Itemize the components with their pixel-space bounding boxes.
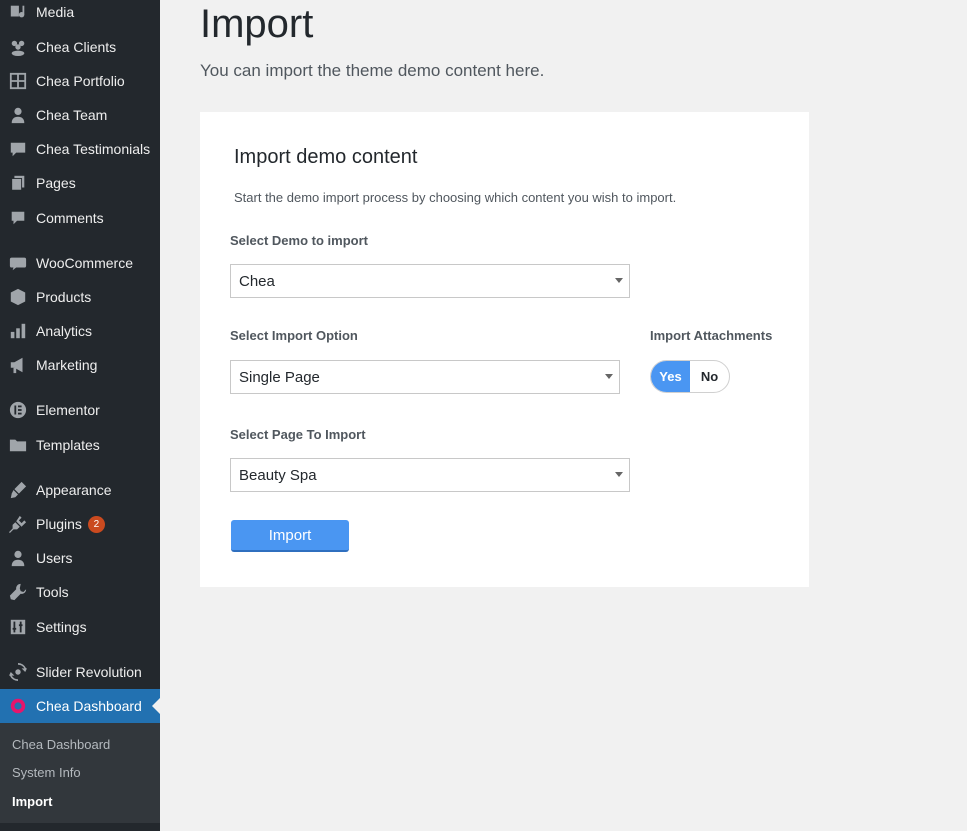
- media-icon: [8, 2, 28, 22]
- sidebar-item-chea-clients[interactable]: Chea Clients: [0, 30, 160, 64]
- import-panel: Import demo content Start the demo impor…: [200, 112, 809, 587]
- active-indicator: [152, 698, 160, 714]
- users-icon: [8, 548, 28, 568]
- sidebar-item-label: Pages: [36, 175, 76, 191]
- plugins-icon: [8, 514, 28, 534]
- sidebar-item-label: Slider Revolution: [36, 664, 142, 680]
- clients-icon: [8, 37, 28, 57]
- sidebar-item-chea-testimonials[interactable]: Chea Testimonials: [0, 132, 160, 166]
- sidebar-item-users[interactable]: Users: [0, 541, 160, 575]
- chevron-down-icon: [605, 374, 613, 379]
- sidebar-item-templates[interactable]: Templates: [0, 428, 160, 462]
- import-option-select[interactable]: Single Page: [230, 360, 620, 394]
- import-attachments-label: Import Attachments: [650, 328, 773, 343]
- chea-dashboard-submenu: Chea Dashboard System Info Import: [0, 723, 160, 823]
- sidebar-item-label: Elementor: [36, 402, 100, 418]
- sidebar-item-chea-team[interactable]: Chea Team: [0, 98, 160, 132]
- sidebar-item-label: Chea Portfolio: [36, 73, 125, 89]
- page-select-value: Beauty Spa: [239, 466, 317, 484]
- submenu-item-system-info[interactable]: System Info: [12, 765, 81, 780]
- sidebar-item-chea-portfolio[interactable]: Chea Portfolio: [0, 64, 160, 98]
- sidebar-item-pages[interactable]: Pages: [0, 166, 160, 200]
- sidebar-item-settings[interactable]: Settings: [0, 610, 160, 644]
- sidebar-item-label: Templates: [36, 437, 100, 453]
- sidebar-item-plugins[interactable]: Plugins 2: [0, 507, 160, 541]
- sidebar-item-label: Tools: [36, 584, 69, 600]
- import-option-value: Single Page: [239, 368, 320, 386]
- portfolio-icon: [8, 71, 28, 91]
- sidebar-item-label: Plugins: [36, 516, 82, 532]
- sidebar-item-appearance[interactable]: Appearance: [0, 473, 160, 507]
- analytics-icon: [8, 321, 28, 341]
- page-title: Import: [200, 2, 314, 46]
- panel-title: Import demo content: [234, 146, 418, 168]
- sidebar-item-label: Users: [36, 550, 73, 566]
- sidebar-item-label: Chea Clients: [36, 39, 117, 55]
- templates-icon: [8, 435, 28, 455]
- sidebar-item-label: Products: [36, 289, 92, 305]
- panel-description: Start the demo import process by choosin…: [234, 190, 677, 205]
- tools-icon: [8, 582, 28, 602]
- woocommerce-icon: [8, 253, 28, 273]
- sidebar-item-label: WooCommerce: [36, 255, 133, 271]
- sidebar-item-label: Comments: [36, 210, 104, 226]
- comments-icon: [8, 208, 28, 228]
- toggle-no[interactable]: No: [690, 361, 729, 392]
- import-attachments-toggle[interactable]: Yes No: [650, 360, 730, 393]
- sidebar-item-label: Settings: [36, 619, 87, 635]
- import-option-label: Select Import Option: [230, 328, 358, 343]
- demo-select[interactable]: Chea: [230, 264, 630, 298]
- slider-revolution-icon: [8, 662, 28, 682]
- submenu-item-chea-dashboard[interactable]: Chea Dashboard: [12, 737, 110, 752]
- sidebar-item-label: Analytics: [36, 323, 93, 339]
- sidebar-item-chea-dashboard[interactable]: Chea Dashboard: [0, 689, 160, 723]
- admin-sidebar: Media Chea Clients Chea Portfolio Chea T…: [0, 0, 160, 831]
- sidebar-item-label: Media: [36, 4, 75, 20]
- sidebar-item-elementor[interactable]: Elementor: [0, 393, 160, 427]
- sidebar-item-label: Chea Dashboard: [36, 698, 142, 714]
- pages-icon: [8, 173, 28, 193]
- sidebar-item-tools[interactable]: Tools: [0, 575, 160, 609]
- sidebar-item-label: Chea Team: [36, 107, 108, 123]
- sidebar-item-marketing[interactable]: Marketing: [0, 348, 160, 382]
- team-icon: [8, 105, 28, 125]
- toggle-yes[interactable]: Yes: [651, 361, 690, 392]
- marketing-icon: [8, 355, 28, 375]
- sidebar-item-label: Chea Testimonials: [36, 141, 151, 157]
- chevron-down-icon: [615, 278, 623, 283]
- elementor-icon: [8, 400, 28, 420]
- settings-icon: [8, 617, 28, 637]
- page-select[interactable]: Beauty Spa: [230, 458, 630, 492]
- sidebar-item-comments[interactable]: Comments: [0, 201, 160, 235]
- chea-dashboard-icon: [8, 696, 28, 716]
- sidebar-item-woocommerce[interactable]: WooCommerce: [0, 246, 160, 280]
- update-count-badge: 2: [87, 515, 105, 533]
- sidebar-item-slider-revolution[interactable]: Slider Revolution: [0, 655, 160, 689]
- page-subtitle: You can import the theme demo content he…: [200, 61, 545, 80]
- import-button[interactable]: Import: [231, 520, 349, 552]
- appearance-icon: [8, 480, 28, 500]
- products-icon: [8, 287, 28, 307]
- page-select-label: Select Page To Import: [230, 427, 366, 442]
- submenu-item-import[interactable]: Import: [12, 794, 52, 809]
- demo-select-value: Chea: [239, 272, 275, 290]
- sidebar-item-media[interactable]: Media: [0, 0, 160, 29]
- sidebar-item-label: Appearance: [36, 482, 112, 498]
- testimonials-icon: [8, 139, 28, 159]
- sidebar-item-label: Marketing: [36, 357, 98, 373]
- demo-select-label: Select Demo to import: [230, 233, 368, 248]
- sidebar-item-products[interactable]: Products: [0, 280, 160, 314]
- sidebar-item-analytics[interactable]: Analytics: [0, 314, 160, 348]
- chevron-down-icon: [615, 472, 623, 477]
